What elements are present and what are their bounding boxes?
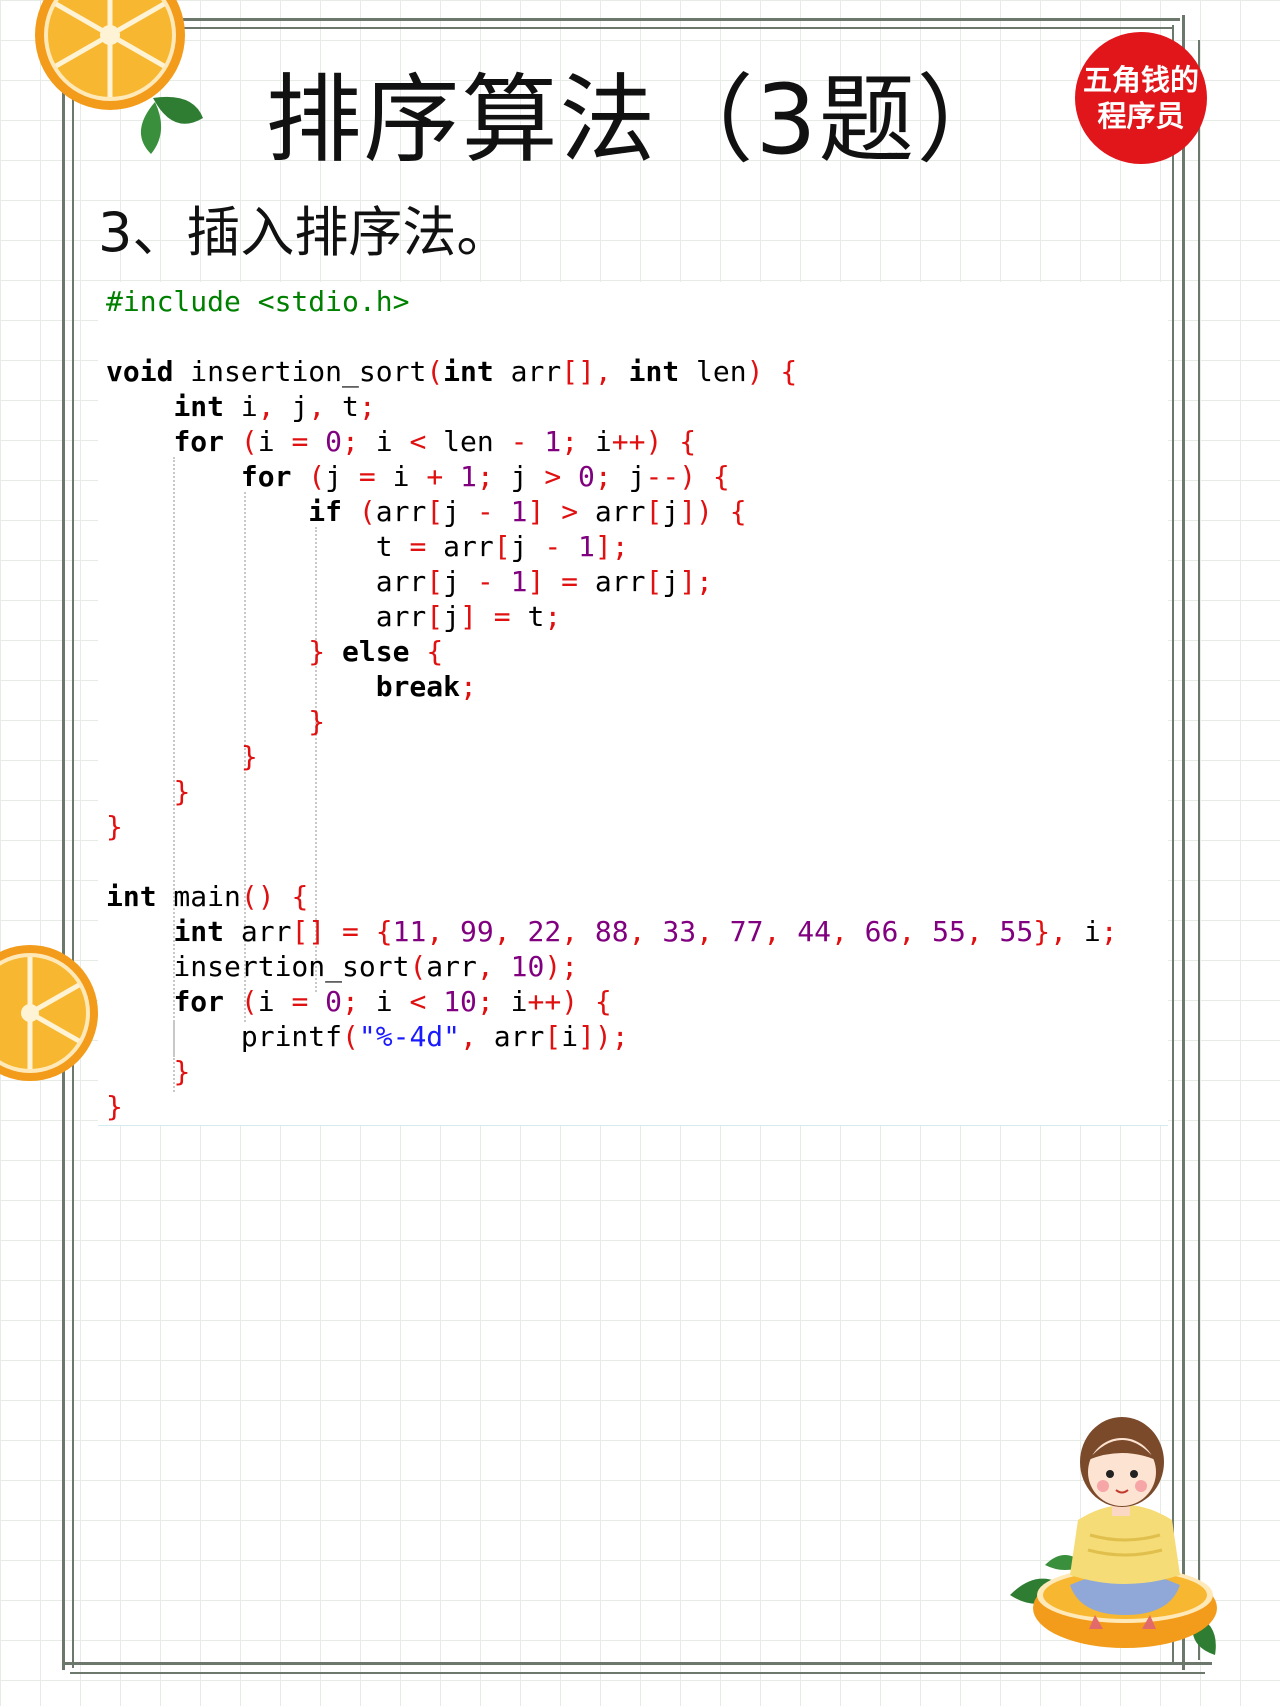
girl-sitting-on-orange-illustration xyxy=(1010,1417,1217,1655)
frame-border-left-inner xyxy=(72,28,74,1668)
section-heading: 3、插入排序法。 xyxy=(98,201,511,264)
author-badge: 五角钱的 程序员 xyxy=(1075,32,1207,164)
frame-border-top xyxy=(75,18,1180,21)
frame-border-bottom-inner xyxy=(70,1672,1205,1674)
code-line: } xyxy=(173,775,191,808)
code-line: } xyxy=(173,1055,191,1088)
badge-line-1: 五角钱的 xyxy=(1082,63,1199,97)
code-block: #include <stdio.h> void insertion_sort(i… xyxy=(98,282,1168,1126)
frame-border-left xyxy=(62,20,65,1670)
include-directive: #include <stdio.h> xyxy=(106,285,410,318)
code-line: break; xyxy=(375,670,477,703)
frame-border-top-inner xyxy=(82,27,1172,29)
orange-slice-icon xyxy=(0,945,98,1081)
code-line: for (j = i + 1; j > 0; j--) { xyxy=(240,460,730,493)
code-line: void insertion_sort(int arr[], int len) … xyxy=(106,355,798,388)
code-line: } xyxy=(106,810,123,843)
format-string: "%-4d" xyxy=(358,1020,461,1053)
code-line: } xyxy=(240,740,258,773)
code-line: insertion_sort(arr, 10); xyxy=(106,950,579,983)
code-line: } else { xyxy=(308,635,444,668)
code-line: int main() { xyxy=(106,880,309,913)
code-line: } xyxy=(106,1090,123,1123)
code-line-include: #include <stdio.h> xyxy=(106,284,409,319)
code-line: for (i = 0; i < 10; i++) { xyxy=(173,985,612,1018)
code-line: int i, j, t; xyxy=(173,390,376,423)
code-line-array-init: int arr[] = {11, 99, 22, 88, 33, 77, 44,… xyxy=(173,915,1118,948)
frame-border-bottom xyxy=(62,1662,1212,1665)
code-line: arr[j] = t; xyxy=(106,600,562,633)
code-line: t = arr[j - 1]; xyxy=(106,530,629,563)
code-line: if (arr[j - 1] > arr[j]) { xyxy=(308,495,747,528)
code-line-printf: printf("%-4d", arr[i]); xyxy=(106,1020,629,1053)
code-line: arr[j - 1] = arr[j]; xyxy=(106,565,713,598)
badge-line-2: 程序员 xyxy=(1097,99,1185,133)
code-line: } xyxy=(308,705,326,738)
code-line: for (i = 0; i < len - 1; i++) { xyxy=(173,425,697,458)
